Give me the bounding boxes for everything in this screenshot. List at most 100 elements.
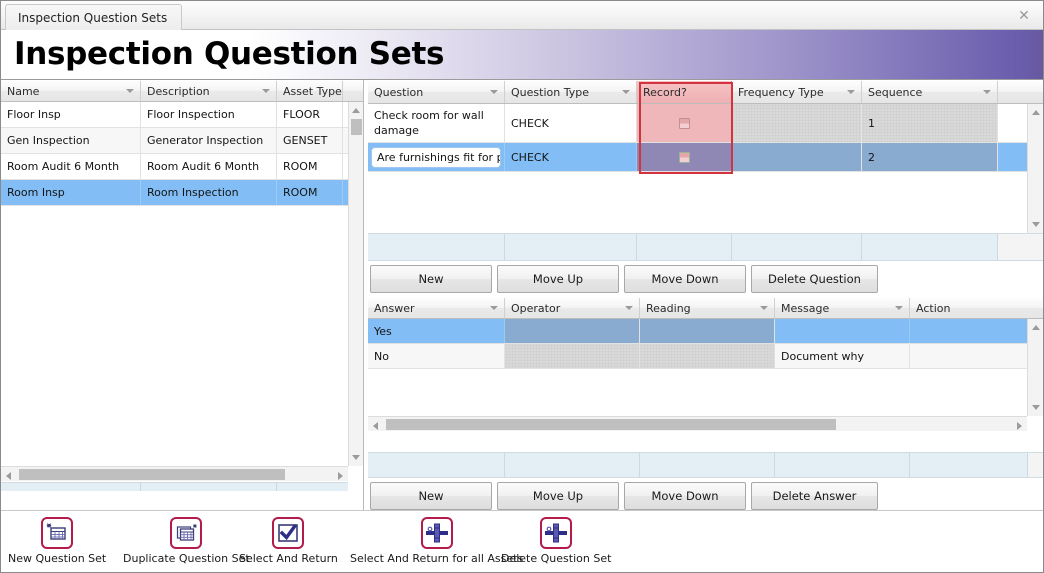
column-label: Asset Type: [283, 84, 342, 98]
page-banner: Inspection Question Sets: [1, 30, 1043, 80]
cell-operator: [505, 319, 640, 343]
chevron-down-icon[interactable]: [847, 90, 855, 94]
new-question-button[interactable]: New: [370, 265, 492, 293]
answers-horizontal-scrollbar[interactable]: [368, 416, 1027, 431]
cell-reading: [640, 319, 775, 343]
footer-cell-filler: [1028, 453, 1043, 477]
footer-cell-message: [775, 453, 910, 477]
column-header-description[interactable]: Description: [141, 81, 277, 101]
cell-description: Room Inspection: [141, 180, 277, 205]
cell-name: Room Insp: [1, 180, 141, 205]
cell-record[interactable]: [637, 143, 732, 171]
cell-description: Generator Inspection: [141, 128, 277, 153]
column-header-frequency-type[interactable]: Frequency Type: [732, 81, 862, 103]
chevron-down-icon[interactable]: [262, 89, 270, 93]
cell-question[interactable]: Are furnishings fit for pu: [368, 143, 505, 171]
column-header-sequence[interactable]: Sequence: [862, 81, 998, 103]
chevron-down-icon[interactable]: [490, 306, 498, 310]
cell-sequence: 2: [862, 143, 998, 171]
questions-grid: Question Question Type Record? Frequency…: [368, 81, 1043, 233]
column-header-reading[interactable]: Reading: [640, 298, 775, 318]
scroll-thumb[interactable]: [386, 419, 836, 430]
duplicate-question-set-action[interactable]: Duplicate Question Set: [123, 517, 250, 565]
column-header-record[interactable]: Record?: [637, 81, 732, 103]
answers-grid-header: Answer Operator Reading Message Action: [368, 298, 1043, 319]
chevron-down-icon[interactable]: [983, 90, 991, 94]
column-header-operator[interactable]: Operator: [505, 298, 640, 318]
move-down-answer-button[interactable]: Move Down: [624, 482, 746, 510]
cell-name: Room Audit 6 Month: [1, 154, 141, 179]
column-header-name[interactable]: Name: [1, 81, 141, 101]
new-answer-button[interactable]: New: [370, 482, 492, 510]
question-sets-horizontal-scrollbar[interactable]: [1, 466, 348, 481]
table-row[interactable]: Yes: [368, 319, 1043, 344]
checkbox-icon[interactable]: [678, 117, 690, 129]
column-header-asset-type[interactable]: Asset Type: [277, 81, 343, 101]
question-sets-vertical-scrollbar[interactable]: [348, 102, 363, 466]
chevron-down-icon[interactable]: [126, 89, 134, 93]
column-header-answer[interactable]: Answer: [368, 298, 505, 318]
table-row[interactable]: Are furnishings fit for pu CHECK 2: [368, 143, 1043, 172]
chevron-down-icon[interactable]: [760, 306, 768, 310]
cell-operator: [505, 344, 640, 368]
column-header-question-type[interactable]: Question Type: [505, 81, 637, 103]
tab-inspection-question-sets[interactable]: Inspection Question Sets: [5, 4, 183, 31]
chevron-down-icon[interactable]: [490, 90, 498, 94]
column-header-question[interactable]: Question: [368, 81, 505, 103]
move-up-question-button[interactable]: Move Up: [497, 265, 619, 293]
footer-cell-action: [910, 453, 1028, 477]
column-label: Operator: [511, 301, 561, 315]
chevron-down-icon[interactable]: [895, 306, 903, 310]
column-header-action[interactable]: Action: [910, 298, 1043, 318]
questions-button-bar: New Move Up Move Down Delete Question: [370, 265, 878, 293]
select-and-return-action[interactable]: Select And Return: [239, 517, 338, 565]
scroll-down-icon[interactable]: [1032, 222, 1040, 227]
cell-record[interactable]: [637, 104, 732, 142]
scroll-up-icon[interactable]: [352, 108, 360, 113]
toolbar-label: Duplicate Question Set: [123, 552, 250, 565]
close-icon[interactable]: ✕: [1017, 9, 1031, 24]
scroll-thumb[interactable]: [351, 119, 362, 135]
table-row[interactable]: Room Audit 6 Month Room Audit 6 Month RO…: [1, 154, 363, 180]
column-label: Question Type: [511, 85, 589, 99]
table-row[interactable]: No Document why: [368, 344, 1043, 369]
table-row[interactable]: Floor Insp Floor Inspection FLOOR: [1, 102, 363, 128]
footer-cell-question-type: [505, 234, 637, 260]
column-header-message[interactable]: Message: [775, 298, 910, 318]
scroll-right-icon[interactable]: [1017, 422, 1022, 430]
delete-question-set-action[interactable]: Delete Question Set: [501, 517, 611, 565]
scroll-up-icon[interactable]: [1032, 325, 1040, 330]
cell-question-type: CHECK: [505, 143, 637, 171]
select-and-return-all-assets-action[interactable]: Select And Return for all Assets: [350, 517, 523, 565]
answers-vertical-scrollbar[interactable]: [1027, 319, 1043, 416]
scroll-left-icon[interactable]: [373, 422, 378, 430]
footer-cell-sequence: [862, 234, 998, 260]
cell-action: [910, 319, 1028, 343]
chevron-down-icon[interactable]: [622, 90, 630, 94]
checkbox-icon[interactable]: [678, 151, 690, 163]
scroll-thumb[interactable]: [19, 469, 285, 480]
chevron-down-icon[interactable]: [625, 306, 633, 310]
delete-question-button[interactable]: Delete Question: [751, 265, 878, 293]
questions-vertical-scrollbar[interactable]: [1027, 104, 1043, 233]
table-row[interactable]: Gen Inspection Generator Inspection GENS…: [1, 128, 363, 154]
duplicate-grid-icon: [170, 517, 203, 549]
cell-asset-type: GENSET: [277, 128, 343, 153]
checkmark-glyph: [278, 524, 299, 542]
scroll-down-icon[interactable]: [352, 455, 360, 460]
answers-grid-footer: [368, 452, 1043, 478]
scroll-left-icon[interactable]: [6, 472, 11, 480]
question-text-input[interactable]: Are furnishings fit for pu: [371, 146, 501, 168]
table-row[interactable]: Room Insp Room Inspection ROOM: [1, 180, 363, 206]
assets-glyph: [545, 523, 568, 543]
move-up-answer-button[interactable]: Move Up: [497, 482, 619, 510]
move-down-question-button[interactable]: Move Down: [624, 265, 746, 293]
scroll-right-icon[interactable]: [338, 472, 343, 480]
table-row[interactable]: Check room for wall damage CHECK 1: [368, 104, 1043, 143]
scroll-up-icon[interactable]: [1032, 110, 1040, 115]
delete-answer-button[interactable]: Delete Answer: [751, 482, 878, 510]
new-question-set-action[interactable]: New Question Set: [8, 517, 106, 565]
questions-grid-header: Question Question Type Record? Frequency…: [368, 81, 1043, 104]
scroll-down-icon[interactable]: [1032, 405, 1040, 410]
answers-grid: Answer Operator Reading Message Action Y…: [368, 298, 1043, 433]
